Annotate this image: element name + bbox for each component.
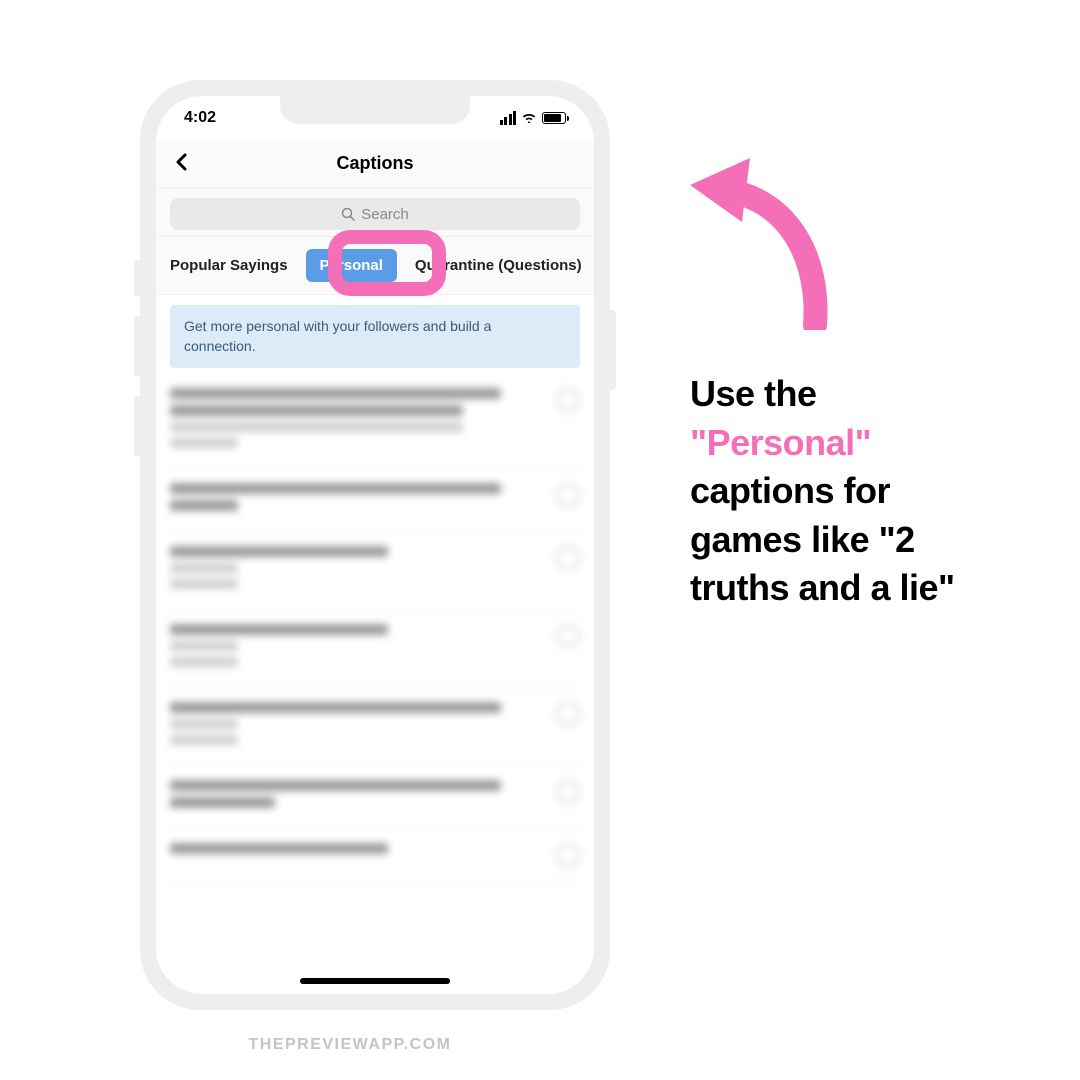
home-indicator[interactable] [300, 978, 450, 984]
check-circle-icon[interactable] [556, 780, 580, 804]
status-icons [500, 110, 567, 126]
search-input[interactable]: Search [170, 198, 580, 230]
caption-list [156, 374, 594, 882]
tab-personal[interactable]: Personal [306, 249, 397, 282]
tab-popular-sayings[interactable]: Popular Sayings [170, 257, 288, 274]
list-item[interactable] [170, 469, 580, 532]
check-circle-icon[interactable] [556, 546, 580, 570]
check-circle-icon[interactable] [556, 388, 580, 412]
phone-mockup: 4:02 Captions Search [140, 80, 610, 1010]
cellular-signal-icon [500, 111, 517, 125]
annotation-arrow-icon [680, 150, 850, 330]
search-placeholder: Search [361, 206, 409, 223]
page-title: Captions [336, 153, 413, 174]
check-circle-icon[interactable] [556, 702, 580, 726]
check-circle-icon[interactable] [556, 624, 580, 648]
list-item[interactable] [170, 688, 580, 766]
tab-quarantine[interactable]: Quarantine (Questions) [415, 257, 582, 274]
check-circle-icon[interactable] [556, 843, 580, 867]
status-time: 4:02 [184, 109, 216, 127]
list-item[interactable] [170, 766, 580, 829]
check-circle-icon[interactable] [556, 483, 580, 507]
nav-header: Captions [156, 140, 594, 188]
list-item[interactable] [170, 610, 580, 688]
phone-notch [280, 96, 470, 124]
back-chevron-icon[interactable] [174, 151, 188, 177]
annotation-text: Use the "Personal" captions for games li… [690, 370, 1010, 613]
info-banner: Get more personal with your followers an… [170, 305, 580, 368]
phone-screen: 4:02 Captions Search [156, 96, 594, 994]
category-tabs[interactable]: Popular Sayings Personal Quarantine (Que… [156, 236, 594, 295]
list-item[interactable] [170, 374, 580, 469]
watermark: THEPREVIEWAPP.COM [0, 1036, 700, 1054]
search-icon [341, 207, 355, 221]
phone-side-buttons-left [134, 260, 140, 476]
annotation-highlight: "Personal" [690, 422, 871, 463]
list-item[interactable] [170, 532, 580, 610]
phone-side-button-right [610, 310, 616, 390]
wifi-icon [521, 110, 537, 126]
search-row: Search [156, 188, 594, 236]
battery-icon [542, 112, 566, 124]
list-item[interactable] [170, 829, 580, 882]
annotation-line1: Use the [690, 373, 817, 414]
annotation-rest: captions for games like "2 truths and a … [690, 470, 955, 608]
